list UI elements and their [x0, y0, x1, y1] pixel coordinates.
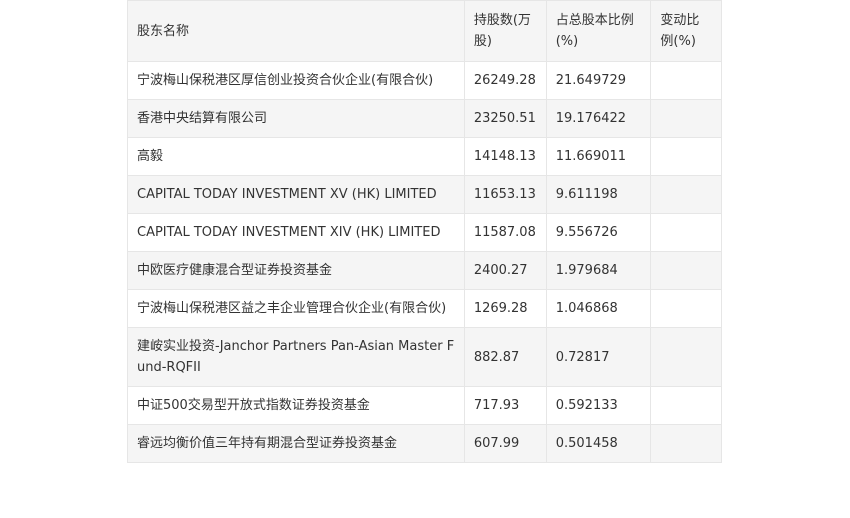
- cell-shares-held: 11587.08: [463, 213, 547, 252]
- cell-change-percent: [650, 213, 722, 252]
- cell-share-percent: 0.592133: [545, 386, 652, 425]
- cell-change-percent: [650, 386, 722, 425]
- cell-shareholder-name: 睿远均衡价值三年持有期混合型证券投资基金: [127, 424, 465, 463]
- cell-shares-held: 14148.13: [463, 137, 547, 176]
- header-shares-held: 持股数(万股): [463, 0, 547, 62]
- cell-shares-held: 607.99: [463, 424, 547, 463]
- cell-shareholder-name: 香港中央结算有限公司: [127, 99, 465, 138]
- cell-share-percent: 9.611198: [545, 175, 652, 214]
- table-row: 睿远均衡价值三年持有期混合型证券投资基金 607.99 0.501458: [127, 424, 722, 463]
- cell-share-percent: 21.649729: [545, 61, 652, 100]
- header-share-percent: 占总股本比例(%): [545, 0, 652, 62]
- cell-shareholder-name: 中证500交易型开放式指数证券投资基金: [127, 386, 465, 425]
- shareholder-table-container: 股东名称 持股数(万股) 占总股本比例(%) 变动比例(%) 宁波梅山保税港区厚…: [127, 0, 722, 463]
- shareholder-table: 股东名称 持股数(万股) 占总股本比例(%) 变动比例(%) 宁波梅山保税港区厚…: [127, 0, 722, 463]
- table-row: CAPITAL TODAY INVESTMENT XIV (HK) LIMITE…: [127, 213, 722, 252]
- cell-change-percent: [650, 99, 722, 138]
- table-row: 香港中央结算有限公司 23250.51 19.176422: [127, 99, 722, 138]
- cell-shares-held: 11653.13: [463, 175, 547, 214]
- table-row: 中欧医疗健康混合型证券投资基金 2400.27 1.979684: [127, 251, 722, 290]
- cell-shareholder-name: 宁波梅山保税港区厚信创业投资合伙企业(有限合伙): [127, 61, 465, 100]
- header-shareholder-name: 股东名称: [127, 0, 465, 62]
- cell-share-percent: 11.669011: [545, 137, 652, 176]
- cell-change-percent: [650, 327, 722, 387]
- table-header-row: 股东名称 持股数(万股) 占总股本比例(%) 变动比例(%): [127, 0, 722, 62]
- table-row: 高毅 14148.13 11.669011: [127, 137, 722, 176]
- cell-shareholder-name: CAPITAL TODAY INVESTMENT XV (HK) LIMITED: [127, 175, 465, 214]
- cell-shares-held: 882.87: [463, 327, 547, 387]
- cell-change-percent: [650, 175, 722, 214]
- table-row: CAPITAL TODAY INVESTMENT XV (HK) LIMITED…: [127, 175, 722, 214]
- cell-shares-held: 1269.28: [463, 289, 547, 328]
- header-change-percent: 变动比例(%): [650, 0, 722, 62]
- cell-share-percent: 0.501458: [545, 424, 652, 463]
- cell-change-percent: [650, 289, 722, 328]
- cell-share-percent: 9.556726: [545, 213, 652, 252]
- cell-change-percent: [650, 137, 722, 176]
- cell-shareholder-name: 宁波梅山保税港区益之丰企业管理合伙企业(有限合伙): [127, 289, 465, 328]
- cell-share-percent: 0.72817: [545, 327, 652, 387]
- table-row: 中证500交易型开放式指数证券投资基金 717.93 0.592133: [127, 386, 722, 425]
- cell-change-percent: [650, 251, 722, 290]
- cell-share-percent: 19.176422: [545, 99, 652, 138]
- cell-share-percent: 1.979684: [545, 251, 652, 290]
- table-row: 宁波梅山保税港区厚信创业投资合伙企业(有限合伙) 26249.28 21.649…: [127, 61, 722, 100]
- table-row: 建峖实业投资-Janchor Partners Pan-Asian Master…: [127, 327, 722, 387]
- cell-share-percent: 1.046868: [545, 289, 652, 328]
- cell-shareholder-name: 中欧医疗健康混合型证券投资基金: [127, 251, 465, 290]
- cell-shares-held: 26249.28: [463, 61, 547, 100]
- cell-shareholder-name: 高毅: [127, 137, 465, 176]
- cell-shareholder-name: CAPITAL TODAY INVESTMENT XIV (HK) LIMITE…: [127, 213, 465, 252]
- cell-shares-held: 23250.51: [463, 99, 547, 138]
- table-row: 宁波梅山保税港区益之丰企业管理合伙企业(有限合伙) 1269.28 1.0468…: [127, 289, 722, 328]
- cell-change-percent: [650, 61, 722, 100]
- cell-shareholder-name: 建峖实业投资-Janchor Partners Pan-Asian Master…: [127, 327, 465, 387]
- cell-shares-held: 717.93: [463, 386, 547, 425]
- cell-change-percent: [650, 424, 722, 463]
- cell-shares-held: 2400.27: [463, 251, 547, 290]
